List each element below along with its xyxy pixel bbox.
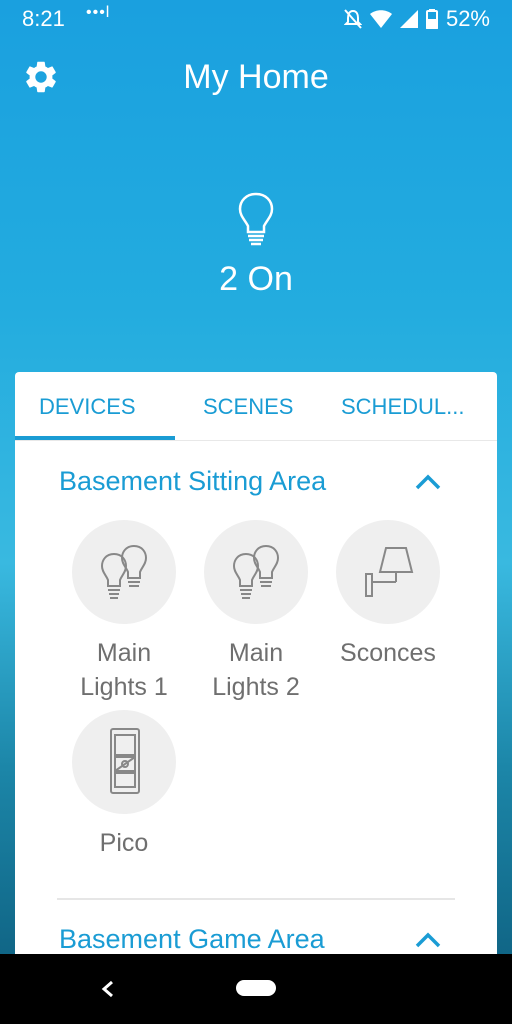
active-tab-indicator [15, 436, 175, 440]
device-label-line2: Lights 1 [80, 673, 168, 701]
back-icon[interactable] [98, 976, 118, 1002]
device-label-line1: Pico [99, 829, 149, 857]
header: My Home [0, 40, 512, 120]
status-bar: 8:21 •••l 52% [0, 0, 512, 38]
sconce-icon [365, 547, 414, 597]
on-count: 2 On [219, 260, 293, 298]
device-label-line2: Lights 2 [212, 673, 300, 701]
tab-schedules[interactable]: SCHEDUL... [341, 394, 464, 420]
device-sconces[interactable]: Sconces [328, 520, 448, 670]
tab-devices[interactable]: DEVICES [39, 394, 136, 420]
tab-scenes[interactable]: SCENES [203, 394, 293, 420]
device-main-lights-1[interactable]: Main Lights 1 [64, 520, 184, 704]
lights-on-summary[interactable]: 2 On [0, 190, 512, 299]
device-label-line1: Sconces [340, 639, 436, 667]
pico-remote-icon [110, 728, 140, 794]
battery-icon [425, 9, 438, 29]
battery-percent: 52% [445, 6, 490, 31]
devices-panel: DEVICES SCENES SCHEDUL... Basement Sitti… [15, 372, 497, 954]
device-label-line1: Main [228, 639, 284, 667]
double-bulb-icon [232, 544, 280, 599]
device-label-line1: Main [96, 639, 152, 667]
section-header-basement-sitting-area[interactable]: Basement Sitting Area [59, 466, 326, 497]
double-bulb-icon [100, 544, 148, 599]
status-icons: 52% [343, 6, 490, 32]
tab-bar: DEVICES SCENES SCHEDUL... [15, 372, 497, 441]
notification-dots-icon: •••l [86, 4, 111, 21]
wifi-icon [369, 10, 392, 28]
chevron-up-icon[interactable] [415, 474, 441, 490]
device-pico[interactable]: Pico [64, 710, 184, 860]
page-title: My Home [183, 58, 329, 96]
home-pill-button[interactable] [236, 980, 276, 996]
lightbulb-icon [238, 192, 274, 246]
mute-icon [343, 9, 362, 29]
device-main-lights-2[interactable]: Main Lights 2 [196, 520, 316, 704]
section-header-basement-game-area[interactable]: Basement Game Area [59, 924, 325, 954]
section-divider [57, 898, 455, 900]
status-time: 8:21 [22, 6, 65, 31]
chevron-up-icon[interactable] [415, 932, 441, 948]
signal-icon [399, 10, 418, 28]
